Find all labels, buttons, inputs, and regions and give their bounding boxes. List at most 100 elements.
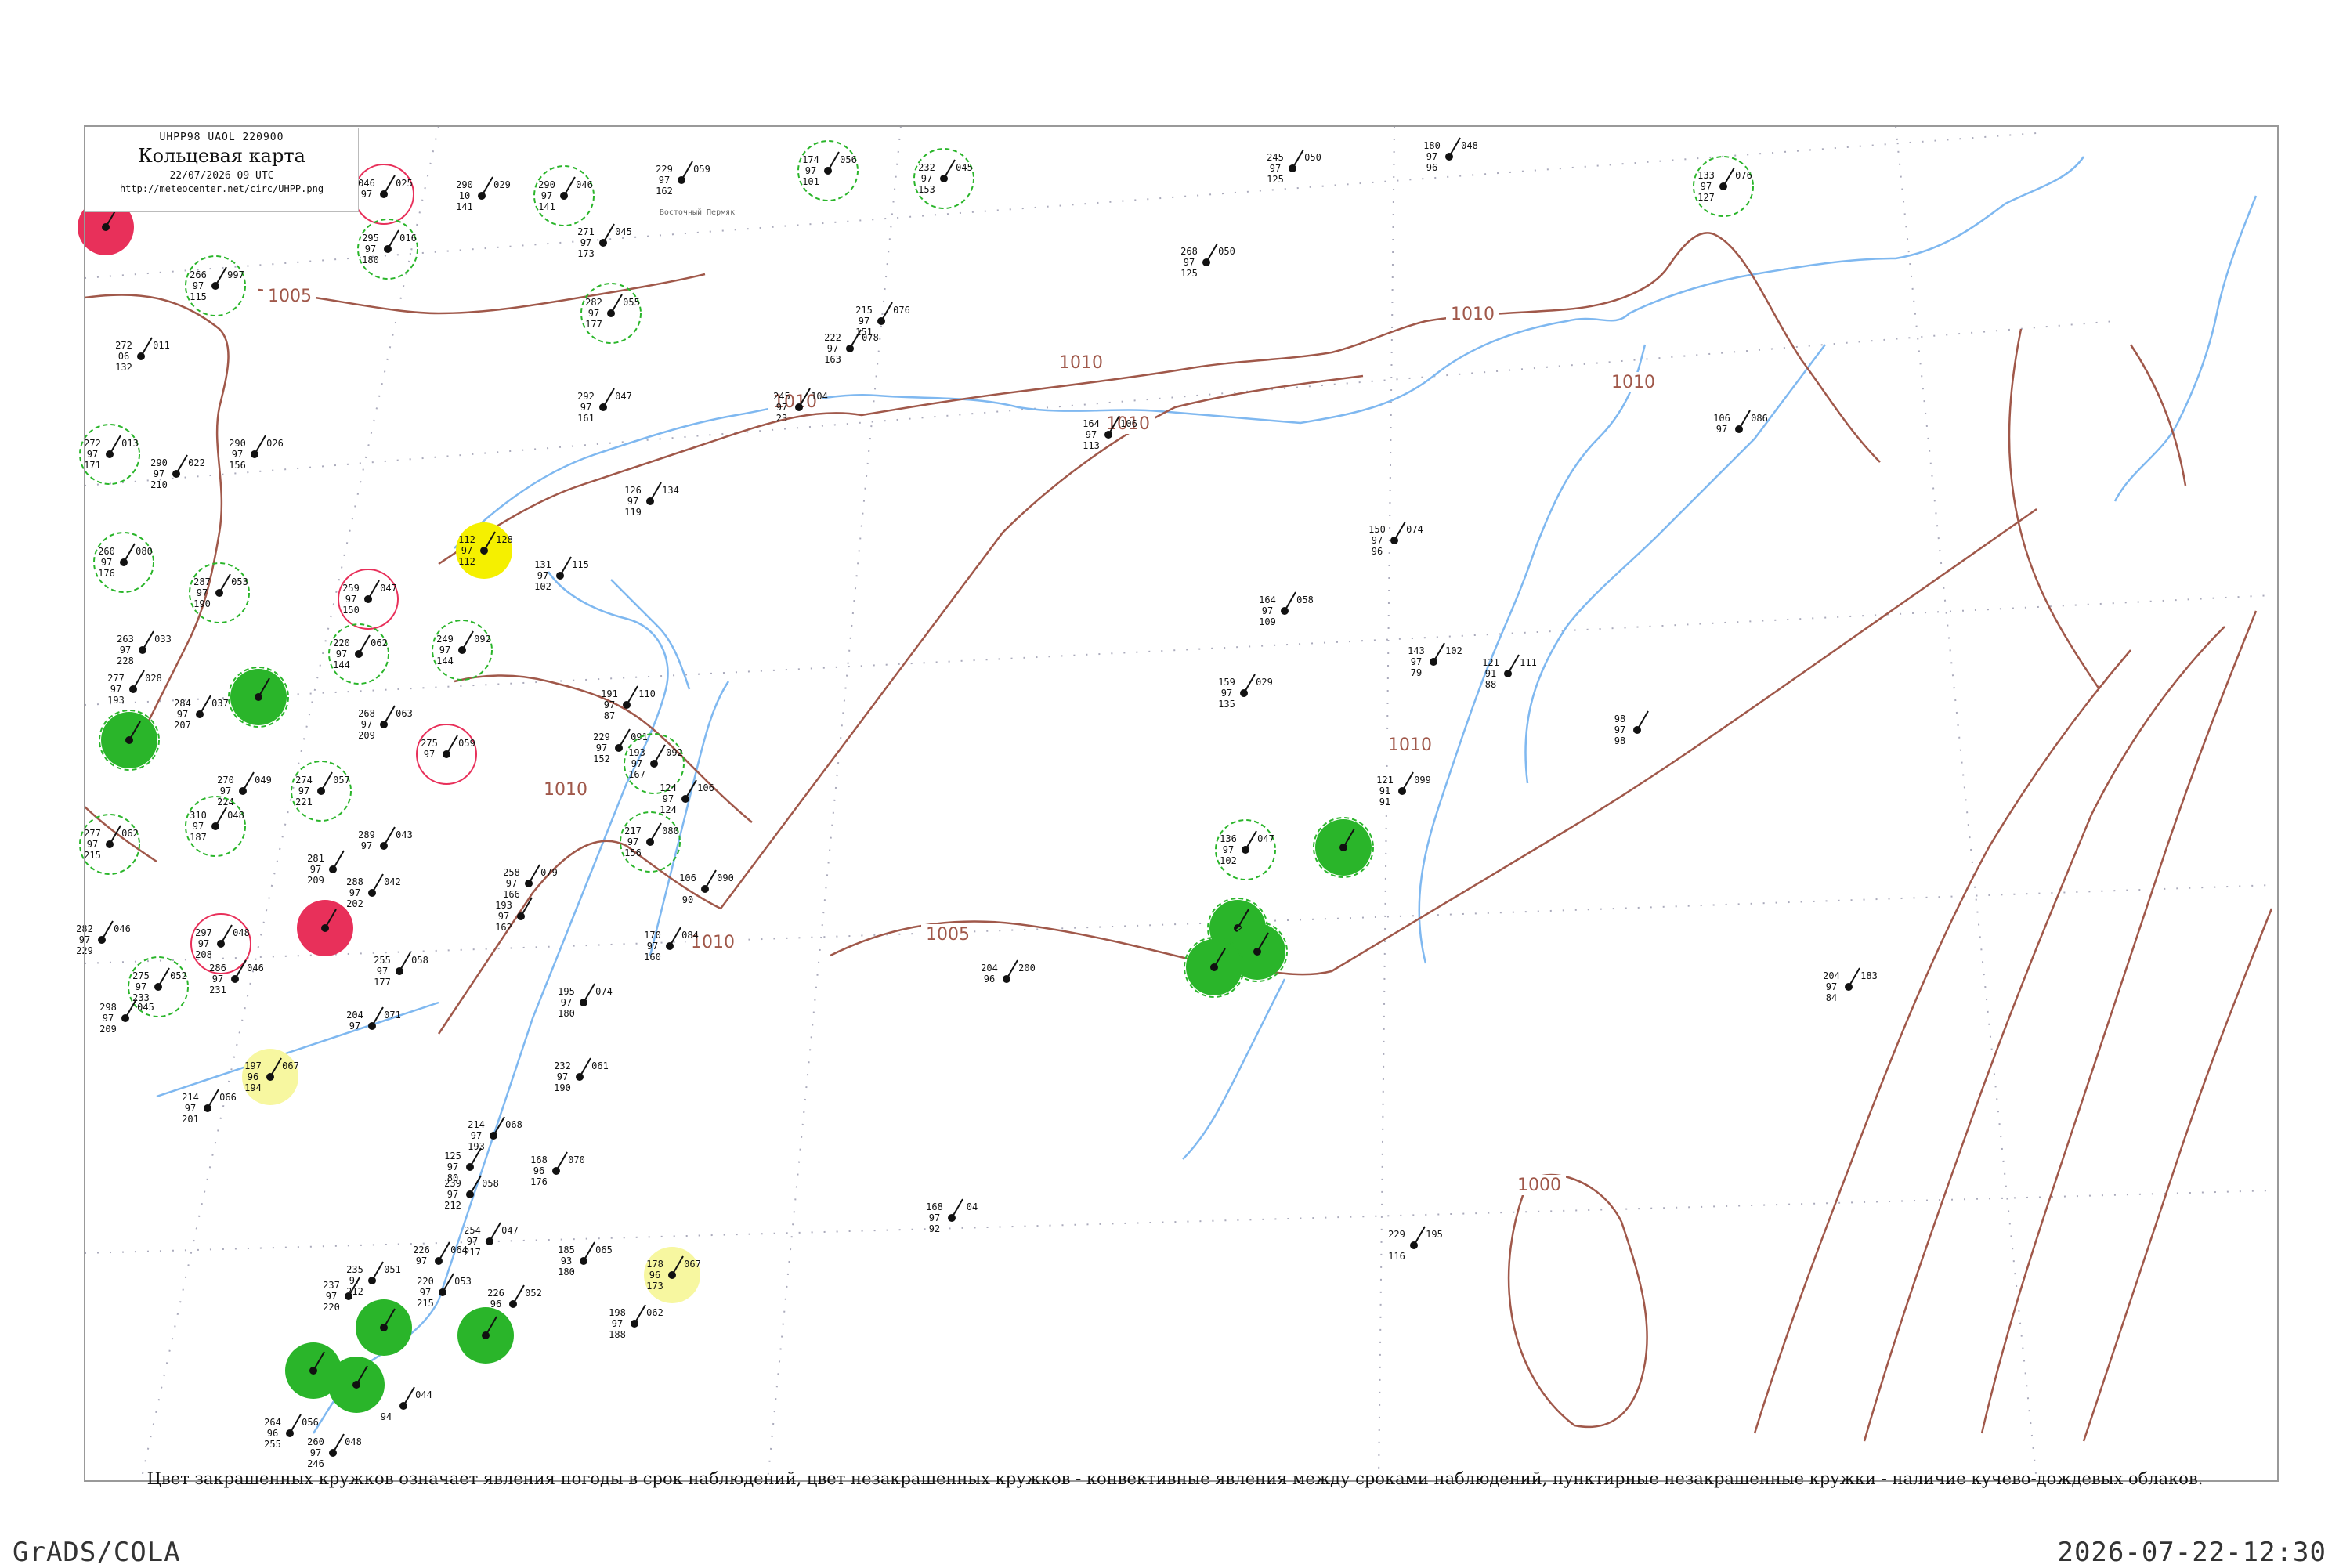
station-temperature: 290 [538,179,555,190]
station-pressure: 997 [227,269,244,280]
wind-barb [618,728,631,749]
wind-barb [387,229,400,250]
station-pressure: 050 [1304,152,1321,163]
station-dewpoint: 97 [1426,151,1437,162]
station-pressure: 029 [494,179,511,190]
wind-barb [199,695,212,715]
station-dewpoint: 97 [1270,163,1281,174]
weather-station: 23297153 045 [913,148,974,209]
station-visibility: 94 [381,1411,392,1422]
station-dewpoint: 97 [212,974,223,985]
station-temperature: 124 [660,782,677,793]
wind-barb [704,869,717,890]
wind-barb [951,1198,964,1219]
weather-station: 1219188 111 [1482,654,1537,690]
station-visibility: 180 [558,1266,575,1277]
station-visibility: 167 [628,769,645,780]
station-pressure: 053 [454,1276,472,1287]
station-temperature: 112 [458,534,475,545]
station-visibility: 163 [824,354,841,365]
weather-station: 29097141 046 [533,165,595,226]
station-pressure: 046 [247,963,264,974]
station-visibility: 176 [530,1176,548,1187]
station-pressure: 050 [1218,246,1235,257]
station-dewpoint: 97 [929,1212,940,1223]
weather-station: 2049784 183 [1823,967,1878,1003]
station-dewpoint: 97 [361,189,372,200]
weather-station: 27197173 045 [577,223,632,259]
station-temperature: 292 [577,391,595,402]
station-dewpoint: 97 [461,545,472,556]
station-dewpoint: 97 [561,997,572,1008]
station-visibility: 87 [604,710,615,721]
weather-station: 29297161 047 [577,388,632,424]
station-visibility: 92 [929,1223,940,1234]
station-pressure: 134 [662,485,679,496]
station-temperature: 232 [918,162,935,173]
station-pressure: 055 [623,297,640,308]
graticule-line [84,320,2116,486]
station-temperature: 258 [503,867,520,878]
station-temperature: 174 [802,154,819,165]
wind-barb [583,983,595,1003]
station-dewpoint: 97 [1826,981,1837,992]
wind-barb [1394,521,1406,541]
station-pressure: 047 [1257,833,1274,844]
station-pressure: 057 [333,775,350,786]
weather-station: 29010141 029 [456,176,511,212]
station-temperature: 290 [456,179,473,190]
station-dewpoint: 97 [1262,605,1273,616]
station-temperature: 272 [84,438,101,449]
wind-barb [602,388,615,408]
wind-barb [367,580,380,600]
station-dewpoint: 97 [498,911,509,922]
wind-barb [489,1222,501,1242]
station-dewpoint: 93 [561,1255,572,1266]
station-visibility: 173 [646,1281,663,1292]
station-temperature: 217 [624,826,642,836]
station-visibility: 180 [362,255,379,266]
wind-barb [626,685,638,706]
station-temperature: 220 [417,1276,434,1287]
station-pressure: 070 [568,1154,585,1165]
wind-barb [109,435,121,455]
weather-station: 04697 025 [353,164,414,225]
station-pressure: 080 [136,546,153,557]
station-pressure: 042 [384,876,401,887]
station-visibility: 193 [107,695,125,706]
station-temperature: 121 [1482,657,1499,668]
station-dewpoint: 97 [1223,844,1234,855]
station-temperature: 298 [99,1002,117,1013]
weather-station: 19796194 067 [242,1049,299,1105]
station-dewpoint: 97 [627,836,638,847]
wind-barb [371,1261,384,1281]
station-temperature: 288 [346,876,363,887]
station-dewpoint: 97 [177,709,188,720]
station-dewpoint: 91 [1379,786,1390,797]
station-visibility: 162 [656,186,673,197]
wind-barb [602,223,615,244]
station-temperature: 215 [855,305,873,316]
station-dewpoint: 97 [136,981,146,992]
station-pressure: 079 [540,867,558,878]
wind-barb [512,1284,525,1305]
weather-station: 21497201 066 [182,1089,237,1125]
weather-station: 29097156 026 [229,435,284,471]
weather-station: 19597180 074 [558,983,613,1019]
station-temperature: 98 [1614,714,1625,724]
weather-station: 29597180 016 [357,219,418,280]
station-temperature: 275 [132,970,150,981]
weather-station: 1809796 048 [1423,137,1478,173]
station-pressure: 048 [345,1436,362,1447]
station-temperature: 255 [374,955,391,966]
isobar-line [720,374,1364,909]
weather-station: 25997150 047 [338,569,399,630]
station-pressure: 092 [474,634,491,645]
station-dewpoint: 97 [1716,424,1727,435]
station-pressure: 046 [114,923,131,934]
wind-barb [563,176,576,197]
isobar-label: 1010 [544,780,588,800]
weather-station: 23997212 058 [444,1175,499,1211]
station-visibility: 141 [456,201,473,212]
weather-station: 94 044 [381,1386,432,1422]
